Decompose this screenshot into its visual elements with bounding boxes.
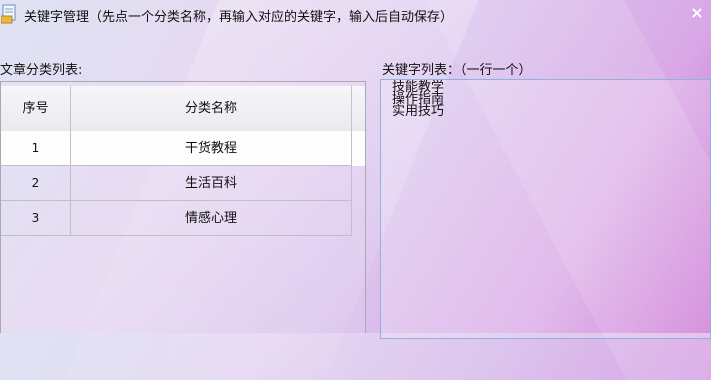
category-name[interactable]: 干货教程 [71,131,352,166]
title-bar: 关键字管理（先点一个分类名称，再输入对应的关键字，输入后自动保存） × [0,0,711,30]
row-number: 1 [1,131,71,166]
column-header-filler [352,86,365,131]
row-number: 2 [1,166,71,201]
row-number: 3 [1,201,71,236]
category-list-label: 文章分类列表: [0,63,83,78]
window-title: 关键字管理（先点一个分类名称，再输入对应的关键字，输入后自动保存） [24,10,454,25]
table-row[interactable]: 3 情感心理 [1,201,365,236]
column-header-category-name[interactable]: 分类名称 [71,86,352,131]
category-name[interactable]: 情感心理 [71,201,352,236]
table-row[interactable]: 1 干货教程 [1,131,365,166]
keyword-textarea[interactable]: 技能教学 操作指南 实用技巧 [380,79,711,339]
table-row[interactable]: 2 生活百科 [1,166,365,201]
category-table: 序号 分类名称 1 干货教程 2 生活百科 3 情感心理 [0,81,366,333]
column-header-number[interactable]: 序号 [1,86,71,131]
category-name[interactable]: 生活百科 [71,166,352,201]
keyword-list-label: 关键字列表：（一行一个） [382,63,532,78]
app-document-icon [0,4,19,24]
table-header: 序号 分类名称 [1,86,365,132]
close-button[interactable]: × [689,3,705,23]
